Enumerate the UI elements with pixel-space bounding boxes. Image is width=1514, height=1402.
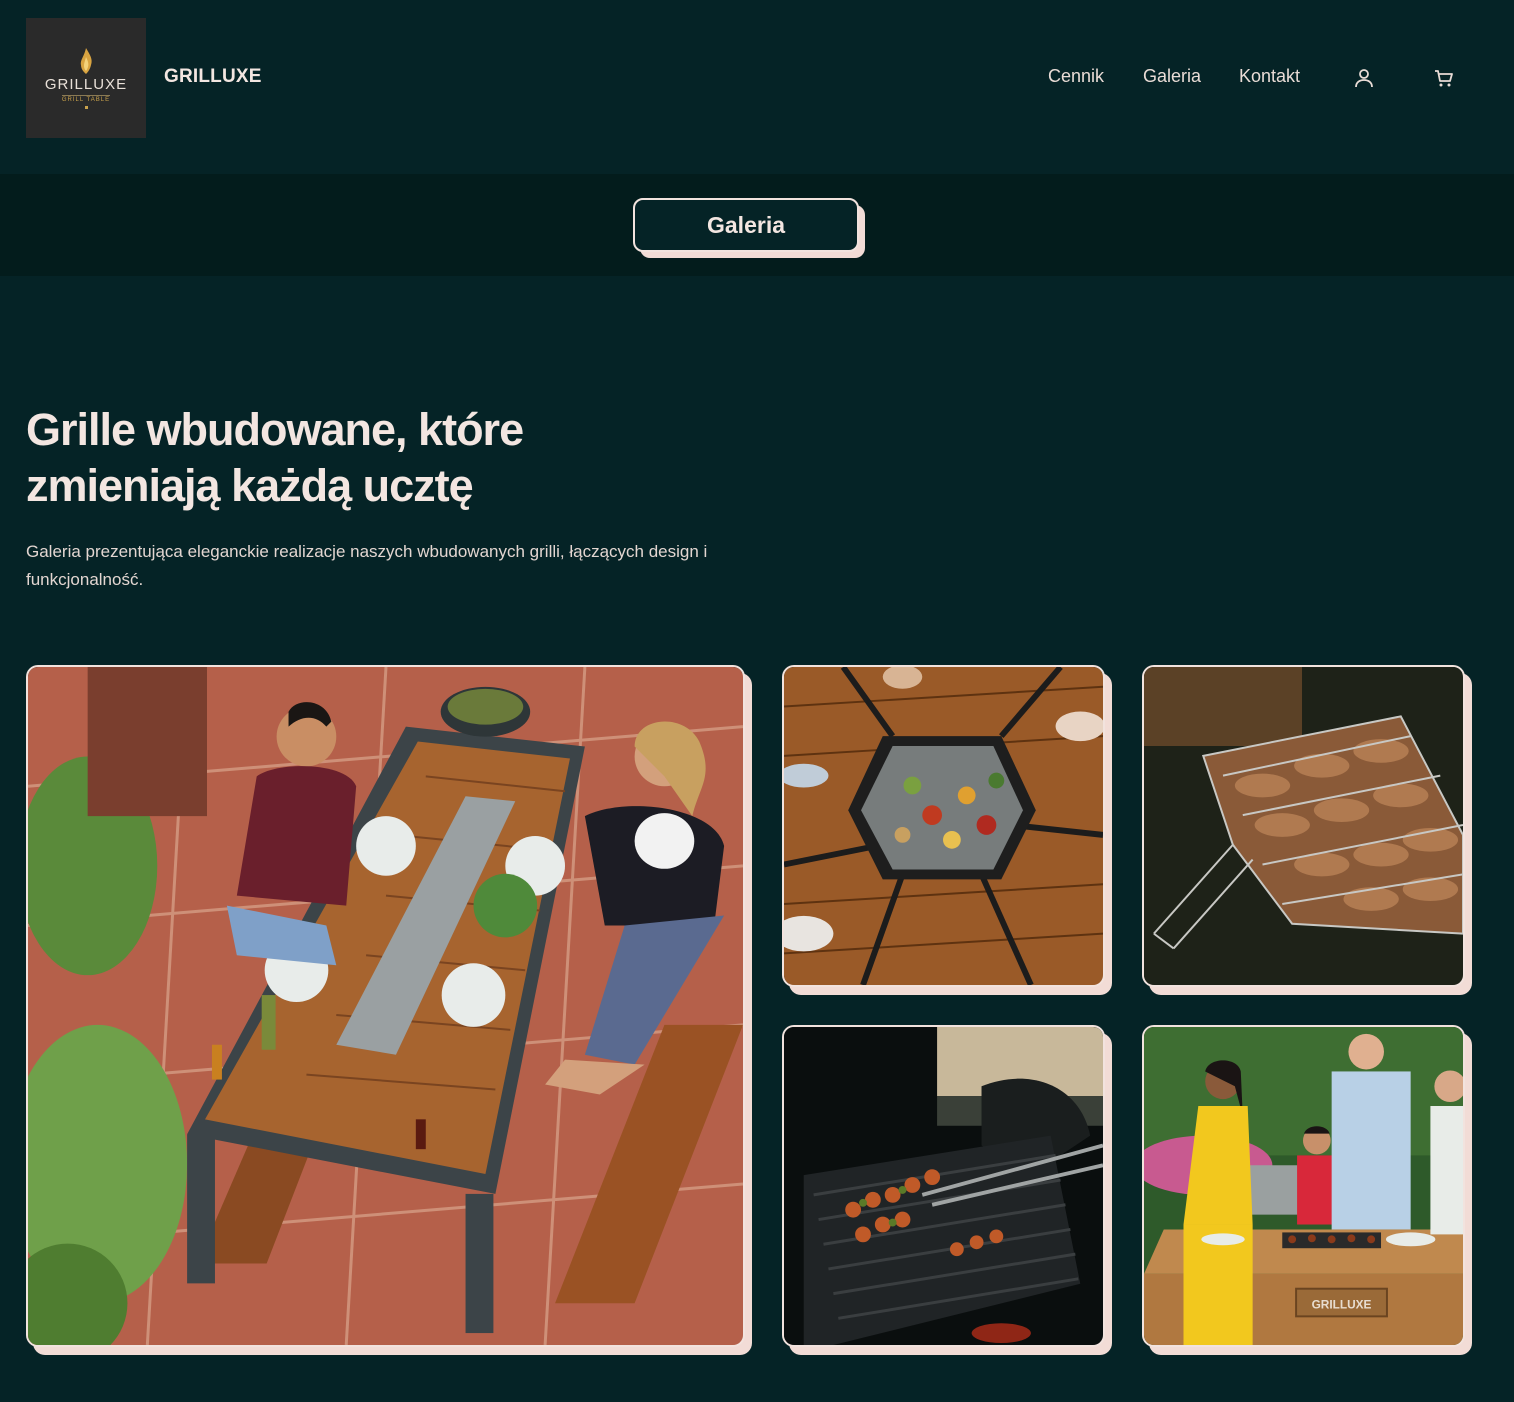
page-title: Grille wbudowane, które zmieniają każdą … [26, 404, 524, 511]
gallery-button[interactable]: Galeria [633, 198, 859, 252]
user-icon[interactable] [1353, 67, 1375, 89]
logo-tagline: GRILL TABLE [61, 95, 111, 103]
logo[interactable]: GRILLUXE GRILL TABLE [26, 18, 146, 138]
nav-link-cennik[interactable]: Cennik [1048, 66, 1104, 87]
table-sign-text: GRILLUXE [1312, 1297, 1372, 1311]
logo-wordmark: GRILLUXE [44, 76, 128, 93]
gallery-image-skewers[interactable] [782, 1025, 1105, 1347]
gallery-image-couple[interactable] [26, 665, 745, 1347]
photo-couple-at-grill-table [28, 667, 743, 1345]
brand-name[interactable]: GRILLUXE [164, 66, 262, 88]
logo-dot [84, 106, 88, 109]
photo-grill-basket-with-meat [1144, 667, 1463, 985]
photo-family-at-grilluxe-table: GRILLUXE [1144, 1027, 1463, 1345]
gallery-image-family[interactable]: GRILLUXE [1142, 1025, 1465, 1347]
photo-hexagonal-grill-table [784, 667, 1103, 985]
site-header: GRILLUXE GRILL TABLE GRILLUXE Cennik Gal… [0, 0, 1514, 174]
gallery-image-grill-basket[interactable] [1142, 665, 1465, 987]
gallery-image-hexagon-table[interactable] [782, 665, 1105, 987]
nav-link-galeria[interactable]: Galeria [1143, 66, 1201, 87]
flame-icon [80, 48, 92, 74]
nav-link-kontakt[interactable]: Kontakt [1239, 66, 1300, 87]
page-description: Galeria prezentująca eleganckie realizac… [26, 542, 708, 589]
cart-icon[interactable] [1433, 67, 1455, 89]
photo-skewers-on-grill [784, 1027, 1103, 1345]
